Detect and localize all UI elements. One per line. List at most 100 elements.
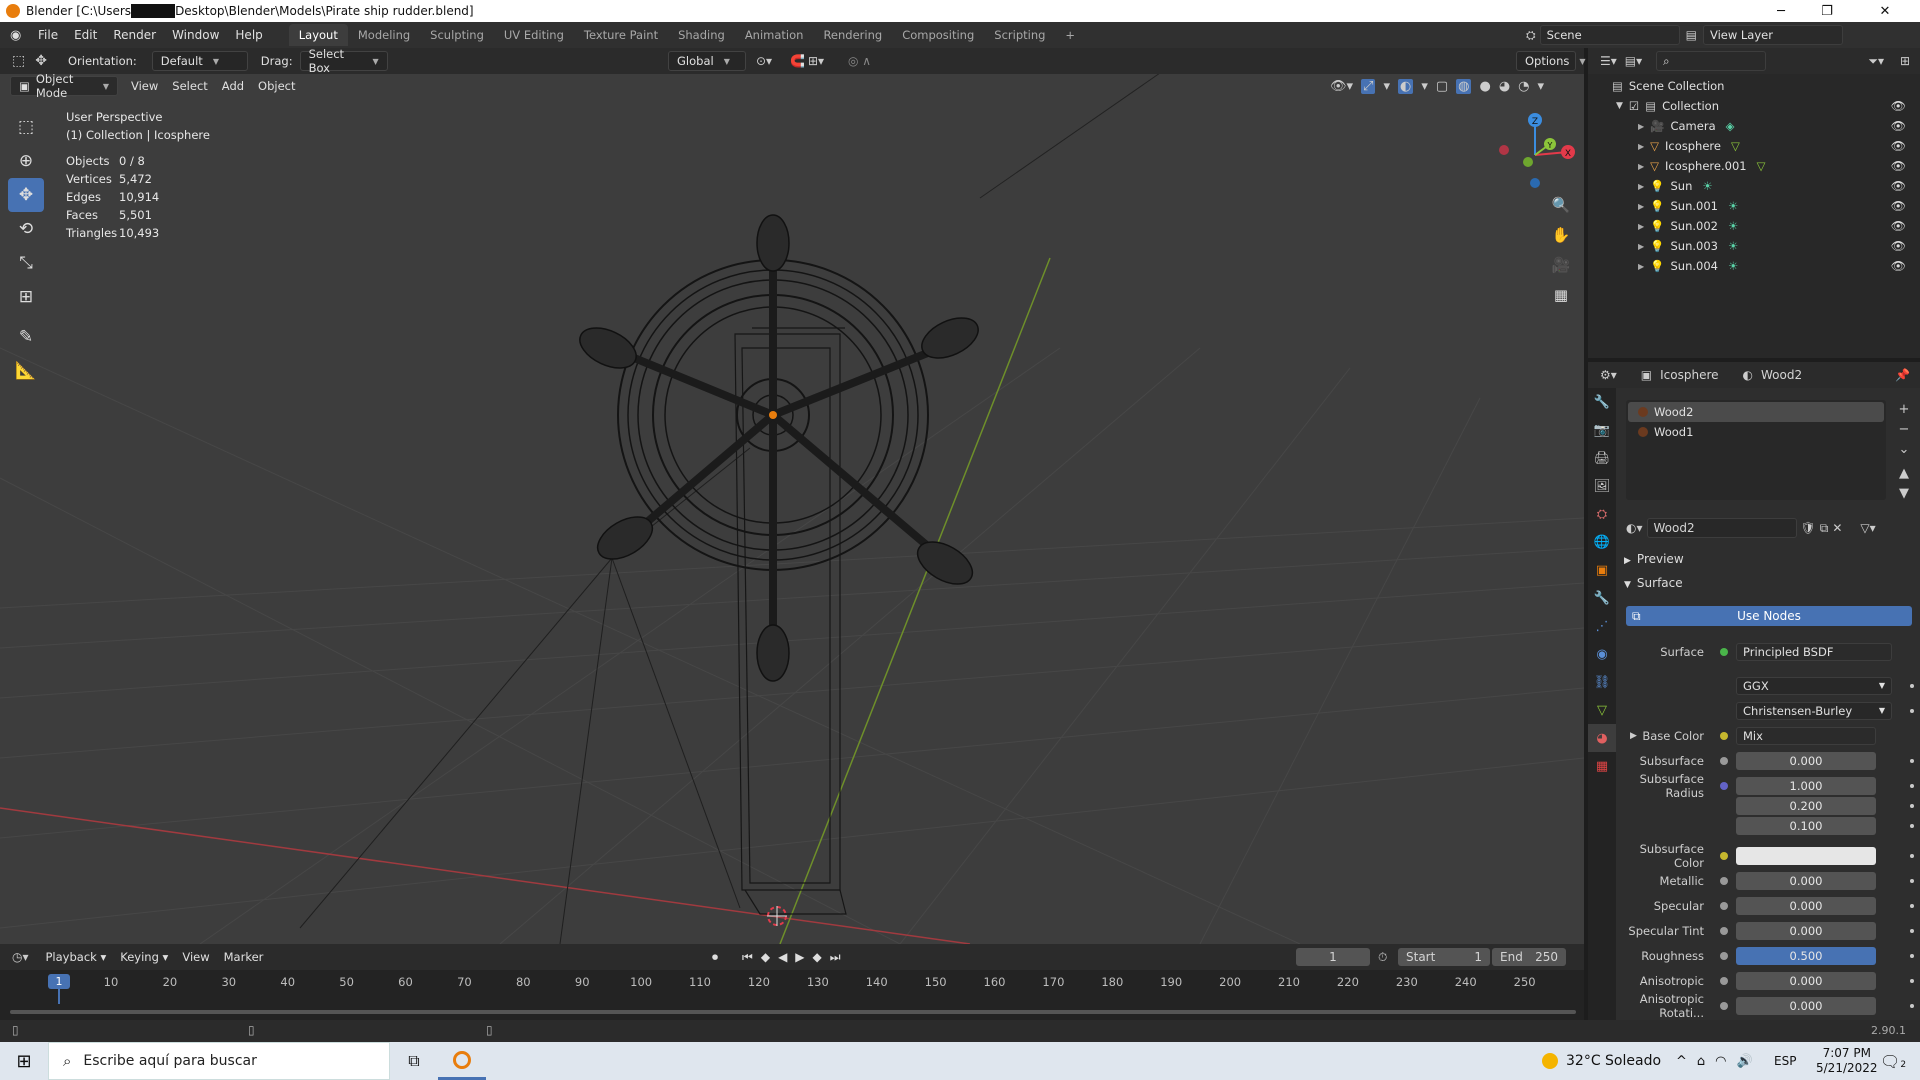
move-down-icon[interactable]: ▼: [1896, 484, 1912, 504]
pivot-icon[interactable]: ⊙▾: [756, 54, 772, 68]
clock[interactable]: 7:07 PM 5/21/2022: [1816, 1046, 1878, 1076]
transform-tool-icon[interactable]: ⊞: [8, 280, 44, 314]
gizmo-neg-y[interactable]: [1523, 157, 1533, 167]
weather-text[interactable]: 32°C Soleado: [1566, 1053, 1661, 1069]
maximize-icon[interactable]: ❐: [1804, 0, 1850, 22]
expand-arrow-icon[interactable]: ▶: [1638, 242, 1644, 251]
play-reverse-icon[interactable]: ◀: [778, 950, 787, 965]
orientation-dropdown[interactable]: Default ▼: [151, 51, 248, 71]
object-tab-icon[interactable]: ▣: [1588, 556, 1616, 584]
keyframe-dot[interactable]: [1910, 954, 1914, 958]
preview-panel-header[interactable]: ▶ Preview: [1624, 552, 1684, 566]
scale-tool-icon[interactable]: ⤡: [8, 246, 44, 280]
browse-material-icon[interactable]: ◐▾: [1626, 521, 1643, 535]
menu-object[interactable]: Object: [251, 79, 302, 93]
keyframe-dot[interactable]: [1910, 879, 1914, 883]
pan-hand-icon[interactable]: ✋: [1548, 222, 1574, 248]
snap-target-icon[interactable]: ⊞▾: [808, 54, 824, 68]
layer-icon[interactable]: ▤: [1686, 28, 1697, 42]
keyframe-dot[interactable]: [1910, 929, 1914, 933]
view-layer-tab-icon[interactable]: 🖼: [1588, 472, 1616, 500]
eye-icon[interactable]: 👁: [1891, 219, 1906, 233]
current-frame-field[interactable]: 1: [1296, 948, 1370, 966]
scene-collection-row[interactable]: ▤ Scene Collection: [1588, 76, 1920, 96]
camera-view-icon[interactable]: 🎥: [1548, 252, 1574, 278]
keyframe-dot[interactable]: [1910, 904, 1914, 908]
checkbox-icon[interactable]: ☑: [1629, 99, 1639, 113]
new-collection-icon[interactable]: ⊞: [1900, 54, 1910, 68]
taskbar-search-input[interactable]: ⌕ Escribe aquí para buscar: [48, 1042, 390, 1080]
solid-shading-icon[interactable]: ●: [1479, 79, 1490, 94]
eye-icon[interactable]: 👁: [1891, 239, 1906, 253]
tab-shading[interactable]: Shading: [668, 24, 735, 46]
outliner-object-row[interactable]: ▶ 💡 Sun.001 ☀ 👁: [1588, 196, 1920, 216]
bsdf-field-value[interactable]: 0.000: [1736, 752, 1876, 770]
windows-start-icon[interactable]: ⊞: [0, 1042, 48, 1080]
jump-start-icon[interactable]: ⏮: [742, 950, 753, 965]
particles-tab-icon[interactable]: ⋰: [1588, 612, 1616, 640]
bsdf-field-value[interactable]: 1.000: [1736, 777, 1876, 795]
bsdf-field-value[interactable]: 0.100: [1736, 817, 1876, 835]
notification-icon[interactable]: 🗨2: [1880, 1052, 1906, 1071]
zoom-icon[interactable]: 🔍: [1548, 192, 1574, 218]
clock-icon[interactable]: ⏱: [1378, 950, 1387, 965]
play-icon[interactable]: ▶: [795, 950, 804, 965]
scene-selector[interactable]: Scene: [1539, 25, 1680, 45]
wifi-icon[interactable]: ◠: [1715, 1054, 1726, 1069]
tab-sculpting[interactable]: Sculpting: [420, 24, 494, 46]
expand-arrow-icon[interactable]: ▶: [1638, 262, 1644, 271]
tray-chevron-icon[interactable]: ^: [1676, 1054, 1687, 1069]
surface-panel-header[interactable]: ▼ Surface: [1624, 576, 1683, 590]
task-view-icon[interactable]: ⧉: [390, 1051, 438, 1071]
drag-dropdown[interactable]: Select Box ▼: [299, 47, 388, 75]
add-workspace-button[interactable]: +: [1055, 24, 1085, 46]
distribution-dropdown[interactable]: GGX ▼: [1736, 677, 1892, 695]
3d-viewport[interactable]: [0, 48, 1584, 944]
minimize-icon[interactable]: ─: [1758, 0, 1804, 22]
language-indicator[interactable]: ESP: [1774, 1054, 1796, 1068]
select-box-tool-icon[interactable]: ⬚: [8, 110, 44, 144]
end-frame-field[interactable]: End 250: [1492, 948, 1566, 966]
subsurface-method-dropdown[interactable]: Christensen-Burley ▼: [1736, 702, 1892, 720]
next-keyframe-icon[interactable]: ◆: [813, 950, 822, 965]
expand-arrow-icon[interactable]: ▶: [1638, 122, 1644, 131]
xray-icon[interactable]: ▢: [1436, 79, 1448, 94]
constraints-tab-icon[interactable]: ⛓: [1588, 668, 1616, 696]
menu-select[interactable]: Select: [165, 79, 214, 93]
expand-arrow-icon[interactable]: ▶: [1638, 162, 1644, 171]
grid-projection-icon[interactable]: ▦: [1548, 282, 1574, 308]
tab-scripting[interactable]: Scripting: [984, 24, 1055, 46]
properties-editor-icon[interactable]: ⚙▾: [1600, 368, 1617, 382]
eye-icon[interactable]: 👁: [1891, 259, 1906, 273]
bsdf-field-value[interactable]: 0.000: [1736, 897, 1876, 915]
gizmo-neg-z[interactable]: [1530, 178, 1540, 188]
keyframe-dot[interactable]: [1910, 854, 1914, 858]
expand-arrow-icon[interactable]: ▶: [1638, 142, 1644, 151]
eye-icon[interactable]: 👁: [1891, 159, 1906, 173]
transform-tool-icon[interactable]: ✥: [35, 53, 47, 69]
tool-tab-icon[interactable]: 🔧: [1588, 388, 1616, 416]
measure-tool-icon[interactable]: 📐: [8, 354, 44, 388]
transform-orientation-dropdown[interactable]: Global ▼: [668, 51, 746, 71]
keyframe-dot[interactable]: [1910, 804, 1914, 808]
playhead[interactable]: 1: [48, 974, 70, 989]
navigation-gizmo[interactable]: Z X Y: [1490, 108, 1580, 198]
context-material-name[interactable]: Wood2: [1761, 368, 1802, 382]
tab-rendering[interactable]: Rendering: [813, 24, 892, 46]
context-object-name[interactable]: Icosphere: [1660, 368, 1718, 382]
sun-data-icon[interactable]: ☀: [1702, 179, 1712, 193]
render-tab-icon[interactable]: 📷: [1588, 416, 1616, 444]
outliner-search-input[interactable]: ⌕: [1656, 51, 1767, 71]
keyframe-dot[interactable]: [1910, 824, 1914, 828]
annotate-tool-icon[interactable]: ✎: [8, 320, 44, 354]
record-icon[interactable]: ⏺: [712, 950, 718, 965]
gizmo-dropdown-icon[interactable]: ▾: [1383, 79, 1390, 94]
expand-arrow-icon[interactable]: ▼: [1616, 101, 1623, 111]
eye-icon[interactable]: 👁: [1891, 199, 1906, 213]
jump-end-icon[interactable]: ⏭: [830, 950, 841, 965]
bsdf-field-value[interactable]: 0.000: [1736, 972, 1876, 990]
view-layer-selector[interactable]: View Layer: [1702, 25, 1843, 45]
material-tab-icon[interactable]: ◕: [1588, 724, 1616, 752]
blender-taskbar-icon[interactable]: [438, 1042, 486, 1080]
editor-type-icon[interactable]: ⬚: [12, 53, 25, 69]
